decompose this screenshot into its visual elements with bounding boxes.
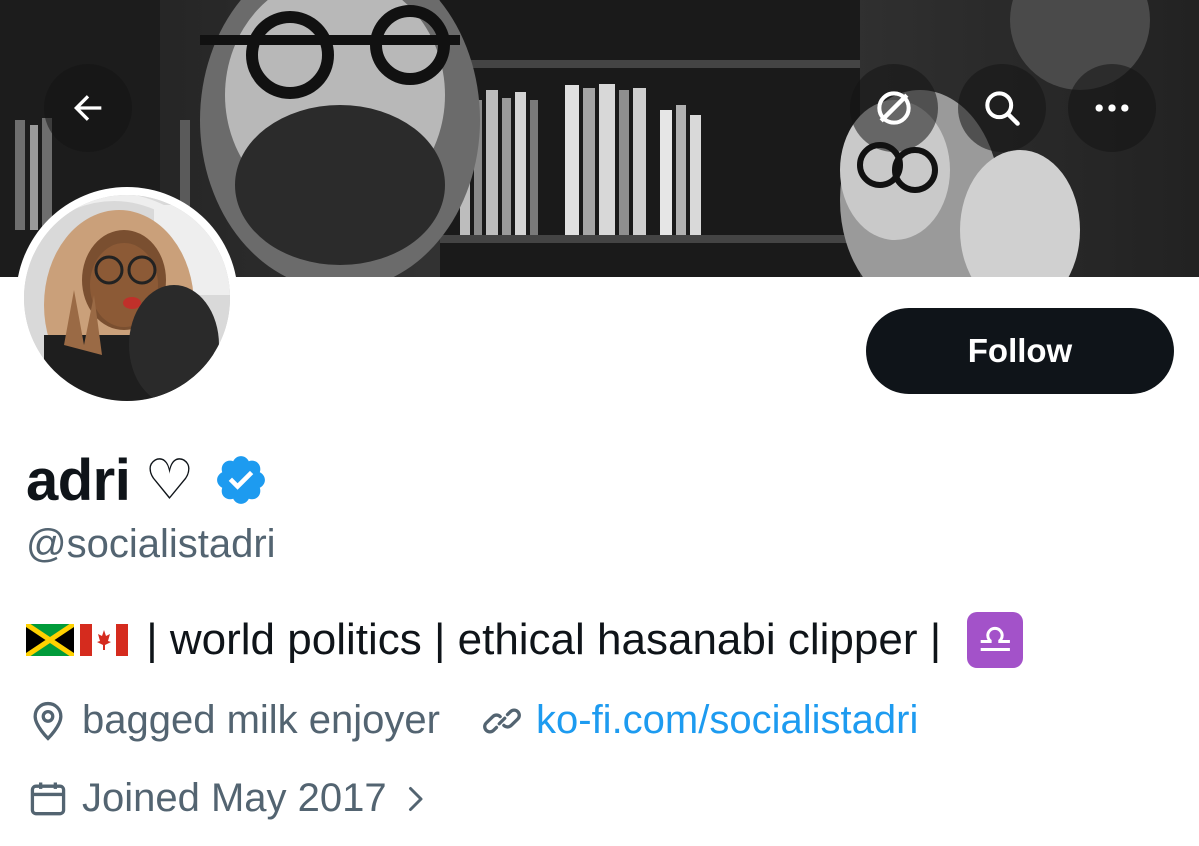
profile-joined-date: Joined May 2017 bbox=[82, 776, 387, 820]
libra-zodiac-icon: ♎ bbox=[967, 612, 1024, 668]
profile-name-row: adri ♡ bbox=[26, 440, 269, 520]
profile-location: bagged milk enjoyer bbox=[82, 698, 440, 742]
grok-button[interactable] bbox=[850, 64, 938, 152]
canada-flag-icon bbox=[80, 624, 128, 656]
search-button[interactable] bbox=[958, 64, 1046, 152]
jamaica-flag-icon bbox=[26, 624, 74, 656]
more-button[interactable] bbox=[1068, 64, 1156, 152]
profile-website-link[interactable]: ko-fi.com/socialistadri bbox=[536, 698, 918, 743]
more-horizontal-icon bbox=[1095, 104, 1129, 112]
link-icon bbox=[483, 708, 521, 733]
back-button[interactable] bbox=[44, 64, 132, 152]
bio-text: | world politics | ethical hasanabi clip… bbox=[134, 615, 954, 664]
location-pin-icon bbox=[33, 701, 63, 741]
avatar-image bbox=[24, 195, 230, 401]
avatar[interactable] bbox=[16, 187, 238, 409]
chevron-right-icon bbox=[408, 786, 423, 811]
follow-button[interactable]: Follow bbox=[866, 308, 1174, 394]
search-icon bbox=[985, 91, 1020, 126]
profile-meta-row: bagged milk enjoyer ko-fi.com/socialista… bbox=[26, 698, 918, 743]
display-name: adri bbox=[26, 447, 131, 513]
profile-bio: | world politics | ethical hasanabi clip… bbox=[26, 612, 1024, 668]
profile-joined-row[interactable]: Joined May 2017 bbox=[26, 776, 445, 821]
grok-icon bbox=[877, 91, 911, 125]
profile-handle: @socialistadri bbox=[26, 522, 276, 566]
arrow-left-icon bbox=[74, 95, 102, 121]
verified-badge-icon[interactable] bbox=[213, 452, 269, 508]
name-emoji: ♡ bbox=[144, 447, 195, 513]
calendar-icon bbox=[30, 782, 66, 815]
